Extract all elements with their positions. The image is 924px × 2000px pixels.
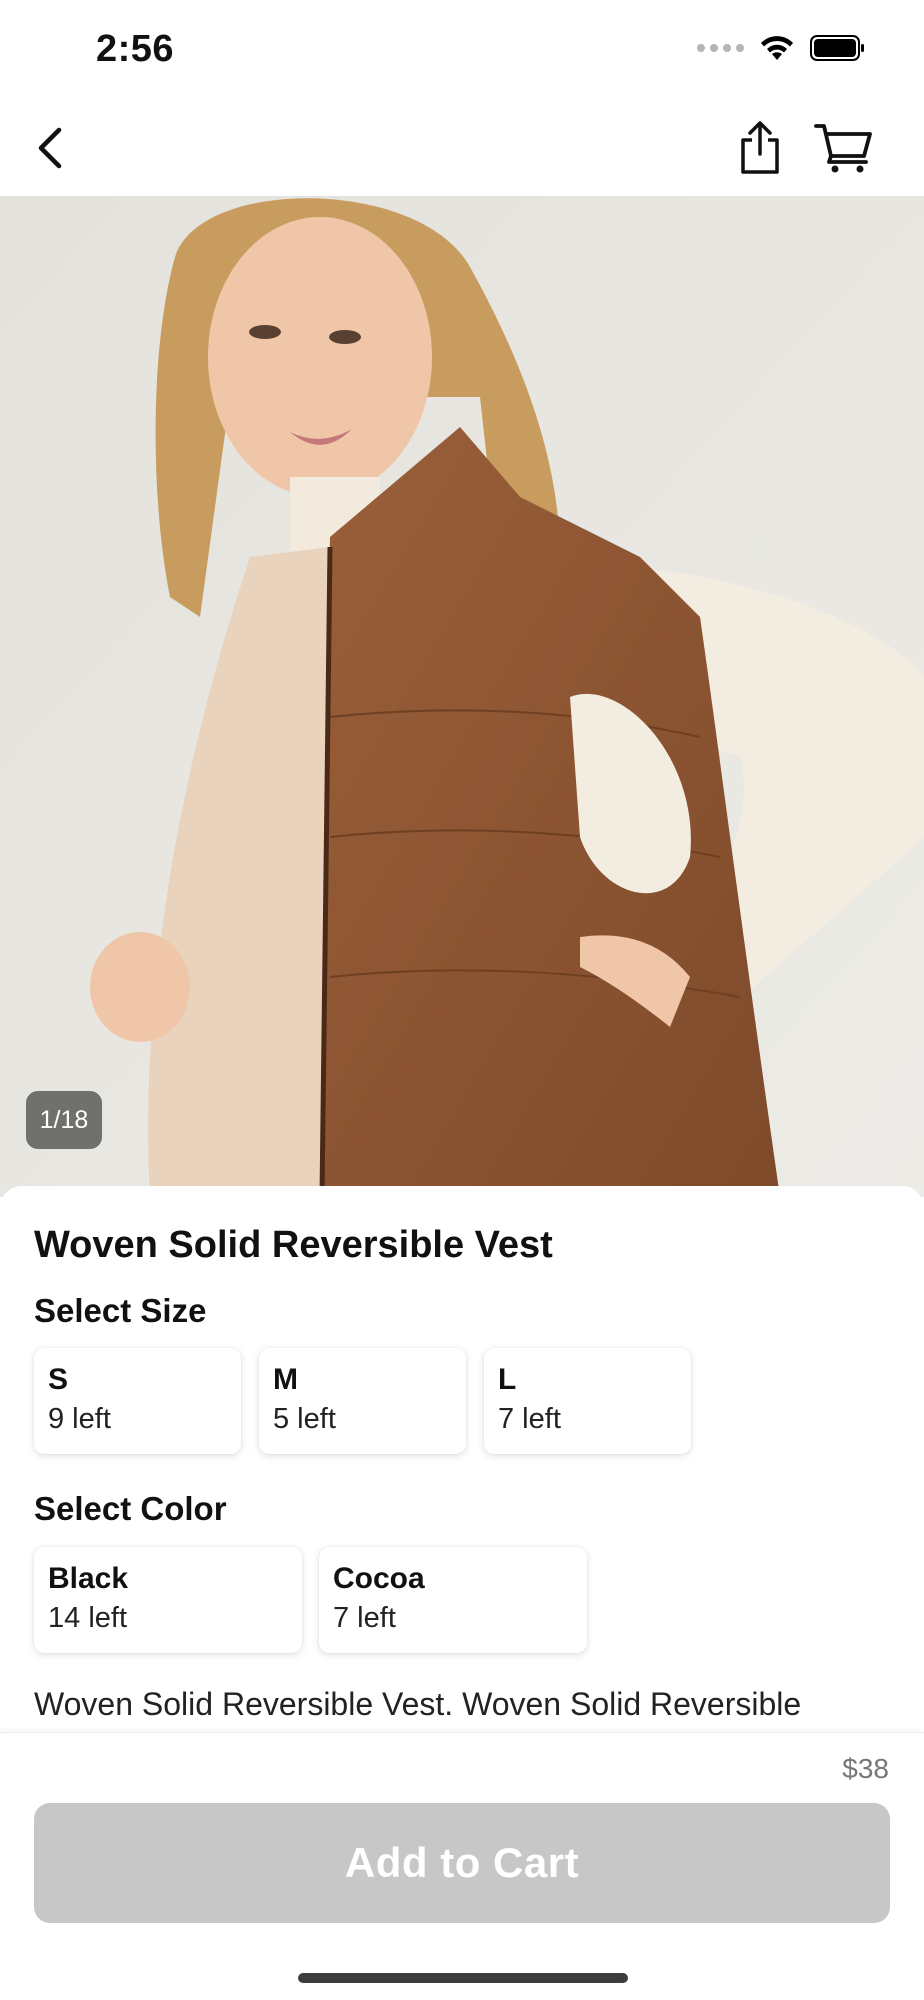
color-option-black[interactable]: Black 14 left [34, 1547, 302, 1653]
status-icons [697, 34, 866, 62]
size-option-stock: 9 left [48, 1403, 111, 1435]
price-label: $38 [842, 1753, 889, 1784]
add-to-cart-button[interactable]: Add to Cart [34, 1803, 890, 1923]
battery-icon [810, 35, 864, 61]
share-button[interactable] [728, 116, 792, 180]
product-title: Woven Solid Reversible Vest [34, 1224, 553, 1266]
size-section-title: Select Size [34, 1292, 207, 1329]
size-option-name: S [48, 1363, 69, 1396]
status-bar: 2:56 [0, 0, 924, 100]
image-counter-badge: 1/18 [26, 1091, 102, 1149]
navigation-bar [0, 100, 924, 197]
back-button[interactable] [22, 120, 78, 176]
size-option-s[interactable]: S 9 left [34, 1348, 241, 1454]
chevron-left-icon [38, 127, 62, 169]
size-option-m[interactable]: M 5 left [259, 1348, 466, 1454]
share-icon [741, 121, 779, 174]
home-indicator[interactable] [298, 1973, 628, 1983]
wifi-icon [761, 36, 793, 60]
color-section-title: Select Color [34, 1490, 227, 1527]
cart-button[interactable] [810, 116, 878, 180]
size-option-name: M [273, 1363, 298, 1396]
size-option-name: L [498, 1363, 517, 1396]
cart-icon [814, 124, 872, 173]
size-option-stock: 5 left [273, 1403, 336, 1435]
color-option-stock: 14 left [48, 1602, 127, 1634]
color-option-name: Black [48, 1562, 129, 1595]
purchase-bar: $38 Add to Cart [0, 1732, 924, 2000]
size-option-stock: 7 left [498, 1403, 561, 1435]
color-option-name: Cocoa [333, 1562, 425, 1595]
product-details-sheet: Woven Solid Reversible Vest Select Size … [0, 1186, 924, 1736]
cellular-signal-icon [697, 44, 744, 52]
product-description: Woven Solid Reversible Vest. Woven Solid… [34, 1686, 802, 1722]
color-option-cocoa[interactable]: Cocoa 7 left [319, 1547, 587, 1653]
color-option-stock: 7 left [333, 1602, 396, 1634]
product-photo[interactable] [0, 197, 924, 1197]
status-time: 2:56 [96, 28, 175, 70]
size-option-l[interactable]: L 7 left [484, 1348, 691, 1454]
product-photo-illustration [0, 197, 924, 1197]
